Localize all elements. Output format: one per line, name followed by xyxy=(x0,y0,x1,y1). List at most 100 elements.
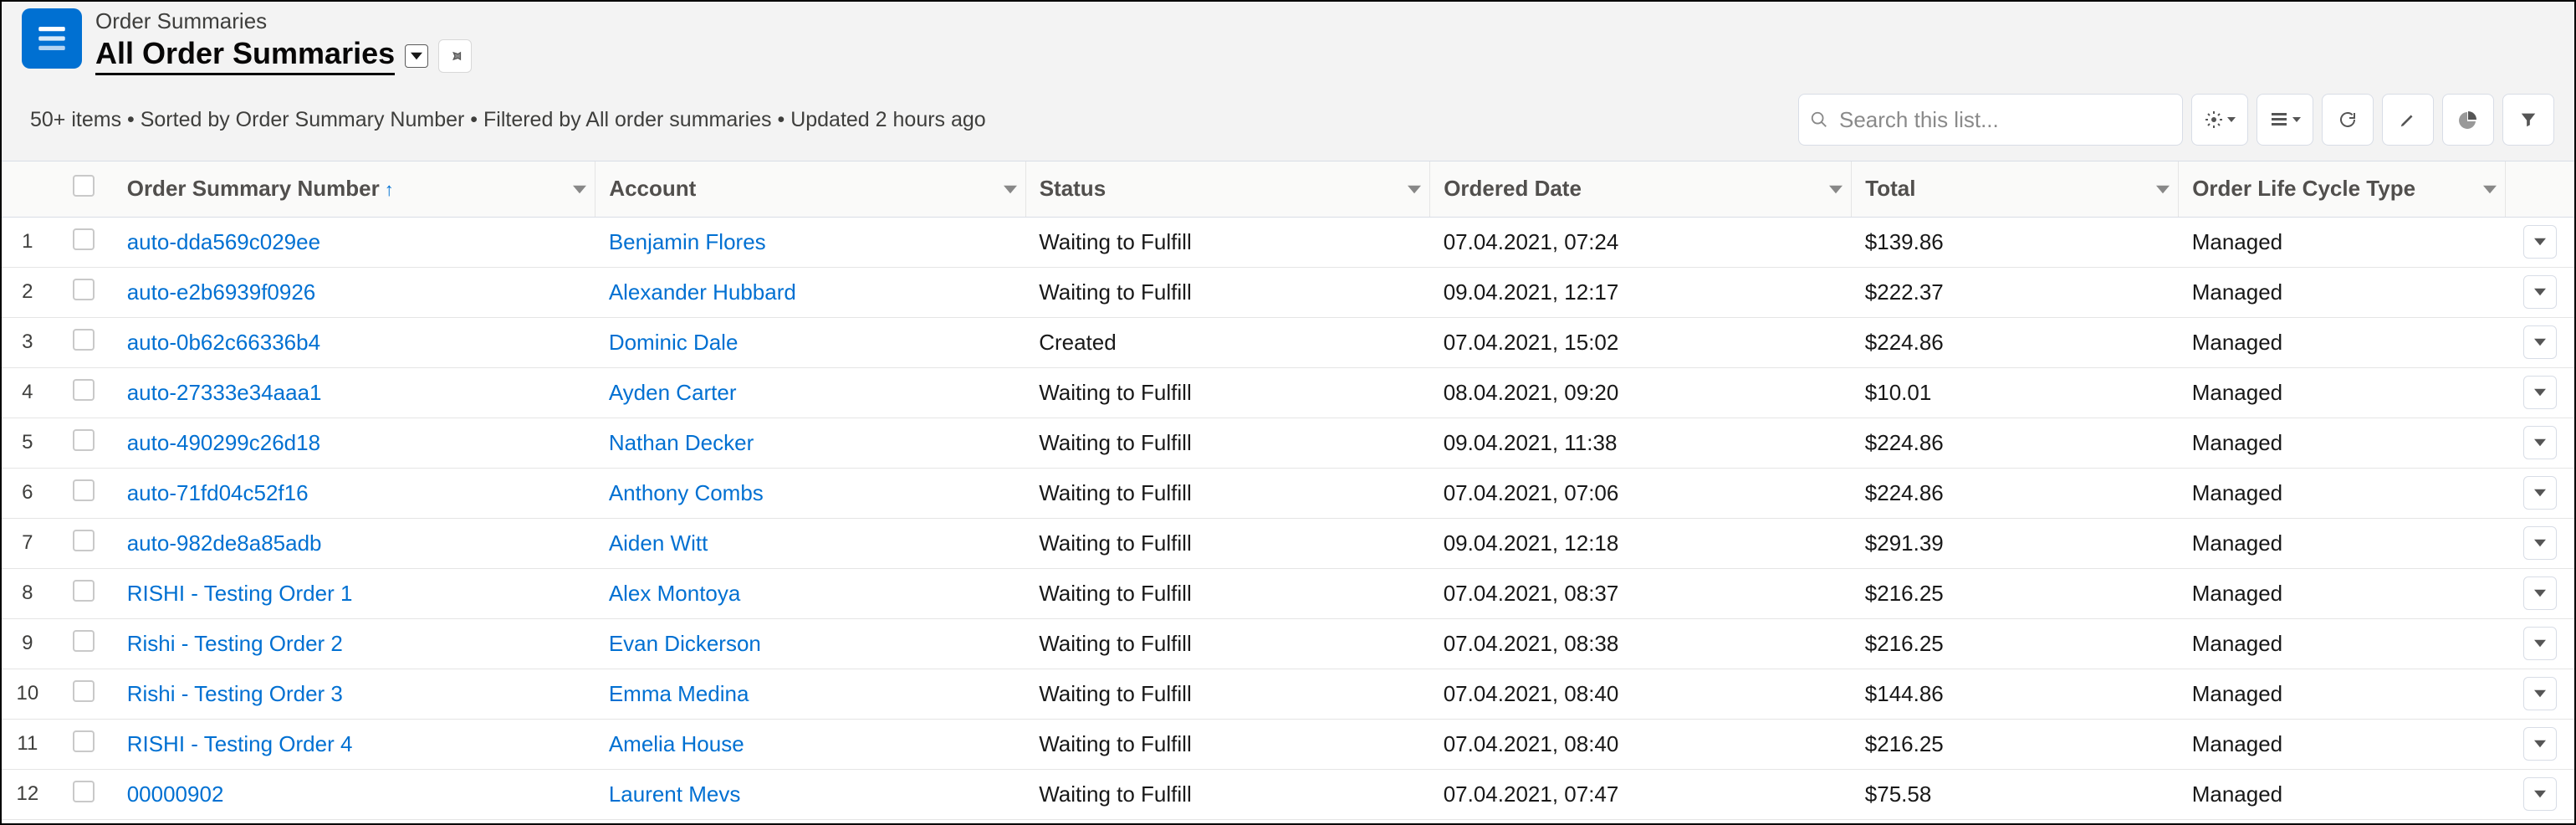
row-actions-button[interactable] xyxy=(2523,727,2557,761)
column-account[interactable]: Account xyxy=(595,161,1025,217)
account-link[interactable]: Anthony Combs xyxy=(609,480,764,505)
table-row: 4auto-27333e34aaa1Ayden CarterWaiting to… xyxy=(2,367,2574,418)
lifecycle-cell: Managed xyxy=(2179,769,2506,819)
order-summary-link[interactable]: auto-dda569c029ee xyxy=(127,229,320,254)
status-cell: Waiting to Fulfill xyxy=(1025,468,1430,518)
column-ordered-date[interactable]: Ordered Date xyxy=(1430,161,1852,217)
row-actions-button[interactable] xyxy=(2523,777,2557,811)
row-checkbox[interactable] xyxy=(73,379,95,401)
select-all-checkbox[interactable] xyxy=(73,175,95,197)
column-menu-icon[interactable] xyxy=(1829,176,1843,202)
search-input[interactable] xyxy=(1798,94,2183,146)
lifecycle-cell: Managed xyxy=(2179,568,2506,618)
row-actions-button[interactable] xyxy=(2523,325,2557,359)
account-link[interactable]: Evan Dickerson xyxy=(609,631,761,656)
row-actions-button[interactable] xyxy=(2523,225,2557,259)
row-checkbox[interactable] xyxy=(73,429,95,451)
order-summary-link[interactable]: auto-71fd04c52f16 xyxy=(127,480,309,505)
column-menu-icon[interactable] xyxy=(2156,176,2170,202)
row-actions-button[interactable] xyxy=(2523,426,2557,459)
total-cell: $139.86 xyxy=(1852,217,2179,267)
column-menu-icon[interactable] xyxy=(1408,176,1421,202)
table-row: 2auto-e2b6939f0926Alexander HubbardWaiti… xyxy=(2,267,2574,317)
total-cell: $224.86 xyxy=(1852,468,2179,518)
row-checkbox[interactable] xyxy=(73,228,95,250)
order-summary-link[interactable]: Rishi - Testing Order 3 xyxy=(127,681,343,706)
display-as-button[interactable] xyxy=(2257,94,2313,146)
row-actions-button[interactable] xyxy=(2523,576,2557,610)
table-row: 1auto-dda569c029eeBenjamin FloresWaiting… xyxy=(2,217,2574,267)
order-summary-link[interactable]: 00000902 xyxy=(127,781,224,807)
order-summary-link[interactable]: auto-490299c26d18 xyxy=(127,430,320,455)
order-summary-link[interactable]: auto-982de8a85adb xyxy=(127,530,322,556)
row-actions-button[interactable] xyxy=(2523,476,2557,510)
account-link[interactable]: Laurent Mevs xyxy=(609,781,741,807)
column-menu-icon[interactable] xyxy=(573,176,586,202)
row-checkbox[interactable] xyxy=(73,730,95,752)
edit-button[interactable] xyxy=(2382,94,2434,146)
table-row: 11RISHI - Testing Order 4Amelia HouseWai… xyxy=(2,719,2574,769)
account-link[interactable]: Nathan Decker xyxy=(609,430,754,455)
column-menu-icon[interactable] xyxy=(2483,176,2497,202)
lifecycle-cell: Managed xyxy=(2179,669,2506,719)
order-summary-link[interactable]: auto-e2b6939f0926 xyxy=(127,279,316,305)
status-cell: Waiting to Fulfill xyxy=(1025,669,1430,719)
row-number: 10 xyxy=(2,669,54,719)
refresh-button[interactable] xyxy=(2322,94,2374,146)
date-cell: 07.04.2021, 08:40 xyxy=(1430,669,1852,719)
account-link[interactable]: Amelia House xyxy=(609,731,744,756)
row-checkbox[interactable] xyxy=(73,680,95,702)
column-status[interactable]: Status xyxy=(1025,161,1430,217)
order-summary-link[interactable]: RISHI - Testing Order 1 xyxy=(127,581,353,606)
total-cell: $144.86 xyxy=(1852,669,2179,719)
column-menu-icon[interactable] xyxy=(1004,176,1017,202)
row-actions-button[interactable] xyxy=(2523,627,2557,660)
row-number: 1 xyxy=(2,217,54,267)
order-summary-link[interactable]: auto-27333e34aaa1 xyxy=(127,380,322,405)
column-total[interactable]: Total xyxy=(1852,161,2179,217)
column-lifecycle-type[interactable]: Order Life Cycle Type xyxy=(2179,161,2506,217)
total-cell: $222.37 xyxy=(1852,267,2179,317)
row-actions-button[interactable] xyxy=(2523,275,2557,309)
account-link[interactable]: Benjamin Flores xyxy=(609,229,766,254)
account-link[interactable]: Emma Medina xyxy=(609,681,749,706)
account-link[interactable]: Dominic Dale xyxy=(609,330,739,355)
account-link[interactable]: Aiden Witt xyxy=(609,530,708,556)
chart-button[interactable] xyxy=(2442,94,2494,146)
column-actions xyxy=(2506,161,2574,217)
list-settings-button[interactable] xyxy=(2191,94,2248,146)
order-summary-link[interactable]: auto-0b62c66336b4 xyxy=(127,330,320,355)
row-checkbox[interactable] xyxy=(73,781,95,802)
row-checkbox[interactable] xyxy=(73,580,95,602)
account-link[interactable]: Ayden Carter xyxy=(609,380,737,405)
row-number: 3 xyxy=(2,317,54,367)
search-icon xyxy=(1810,110,1828,129)
status-cell: Waiting to Fulfill xyxy=(1025,367,1430,418)
row-actions-button[interactable] xyxy=(2523,677,2557,710)
status-cell: Waiting to Fulfill xyxy=(1025,568,1430,618)
total-cell: $75.58 xyxy=(1852,769,2179,819)
column-order-summary-number[interactable]: Order Summary Number↑ xyxy=(114,161,595,217)
account-link[interactable]: Alexander Hubbard xyxy=(609,279,796,305)
row-actions-button[interactable] xyxy=(2523,526,2557,560)
row-number: 9 xyxy=(2,618,54,669)
date-cell: 07.04.2021, 08:40 xyxy=(1430,719,1852,769)
list-view-dropdown[interactable] xyxy=(405,44,428,68)
order-summary-link[interactable]: RISHI - Testing Order 4 xyxy=(127,731,353,756)
account-link[interactable]: Alex Montoya xyxy=(609,581,741,606)
pin-list-button[interactable] xyxy=(438,39,472,73)
row-actions-button[interactable] xyxy=(2523,376,2557,409)
row-checkbox[interactable] xyxy=(73,329,95,351)
row-checkbox[interactable] xyxy=(73,279,95,300)
list-view-name[interactable]: All Order Summaries xyxy=(95,36,395,75)
total-cell: $10.01 xyxy=(1852,367,2179,418)
column-select-all[interactable] xyxy=(54,161,114,217)
lifecycle-cell: Managed xyxy=(2179,267,2506,317)
filter-button[interactable] xyxy=(2502,94,2554,146)
row-checkbox[interactable] xyxy=(73,530,95,551)
row-checkbox[interactable] xyxy=(73,479,95,501)
row-checkbox[interactable] xyxy=(73,630,95,652)
row-number: 11 xyxy=(2,719,54,769)
order-summary-link[interactable]: Rishi - Testing Order 2 xyxy=(127,631,343,656)
date-cell: 09.04.2021, 12:18 xyxy=(1430,518,1852,568)
